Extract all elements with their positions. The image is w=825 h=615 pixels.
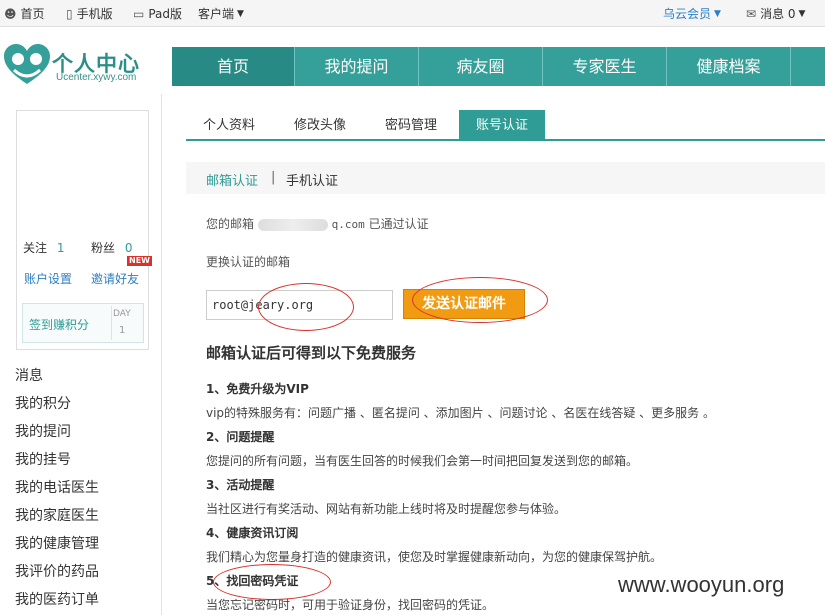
member-label: 乌云会员	[663, 7, 712, 21]
sidebar-item-registrations[interactable]: 我的挂号	[15, 450, 99, 478]
topbar-mobile-label: 手机版	[76, 7, 113, 21]
chevron-down-icon: ▼	[237, 8, 244, 19]
annotation-circle	[412, 277, 548, 323]
topbar-home-link[interactable]: ☻ 首页	[4, 5, 45, 22]
benefit-desc: 我们精心为您量身打造的健康资讯，使您及时掌握健康新动向，为您的健康保驾护航。	[206, 550, 663, 564]
chevron-down-icon: ▼	[714, 8, 721, 19]
nav-item-my-questions[interactable]: 我的提问	[295, 47, 419, 86]
sidebar-item-questions[interactable]: 我的提问	[15, 422, 99, 450]
heart-logo-icon	[4, 44, 50, 84]
member-dropdown[interactable]: 乌云会员 ▼	[663, 5, 721, 22]
sidebar-item-health-management[interactable]: 我的健康管理	[15, 534, 99, 562]
benefit-desc: 当您忘记密码时，可用于验证身份，找回密码的凭证。	[206, 598, 495, 612]
tab-profile[interactable]: 个人资料	[186, 110, 272, 141]
benefit-desc: vip的特殊服务有：问题广播 、匿名提问 、添加图片 、问题讨论 、名医在线答疑…	[206, 406, 715, 420]
subtab-email[interactable]: 邮箱认证	[206, 170, 258, 189]
fans-stat[interactable]: 粉丝 0	[91, 239, 132, 256]
invite-friends-link[interactable]: 邀请好友	[91, 270, 139, 287]
benefit-desc: 您提问的所有问题，当有医生回答的时候我们会第一时间把回复发送到您的邮箱。	[206, 454, 639, 468]
tab-account-verify[interactable]: 账号认证	[459, 110, 545, 141]
fans-count: 0	[124, 241, 133, 255]
subtab-phone[interactable]: 手机认证	[286, 170, 338, 189]
follow-count: 1	[56, 241, 65, 255]
nav-item-health-records[interactable]: 健康档案	[667, 47, 791, 86]
mail-icon: ✉	[746, 6, 757, 21]
follow-label: 关注	[23, 241, 48, 255]
annotation-circle	[258, 283, 354, 331]
sidebar-item-phone-doctor[interactable]: 我的电话医生	[15, 478, 99, 506]
nav-item-home[interactable]: 首页	[172, 47, 295, 86]
topbar-home-label: 首页	[20, 7, 45, 21]
chevron-down-icon: ▼	[798, 8, 806, 19]
verified-suffix: 已通过认证	[368, 217, 429, 231]
messages-label: 消息 0	[760, 7, 796, 21]
tab-password[interactable]: 密码管理	[368, 110, 454, 141]
benefit-title: 4、健康资讯订阅	[206, 526, 299, 540]
watermark: www.wooyun.org	[618, 572, 785, 597]
phone-icon: ▯	[66, 6, 73, 21]
topbar-client-dropdown[interactable]: 客户端 ▼	[198, 5, 244, 22]
sidebar-item-drug-orders[interactable]: 我的医药订单	[15, 590, 99, 615]
topbar-pad-label: Pad版	[148, 7, 183, 21]
tab-avatar[interactable]: 修改头像	[277, 110, 363, 141]
fans-label: 粉丝	[91, 241, 116, 255]
tablet-icon: ▭	[133, 6, 145, 21]
day-label: DAY	[113, 309, 131, 319]
change-email-label: 更换认证的邮箱	[206, 255, 291, 269]
account-settings-link[interactable]: 账户设置	[24, 270, 72, 287]
sidebar-item-messages[interactable]: 消息	[15, 366, 99, 394]
nav-item-patient-circle[interactable]: 病友圈	[419, 47, 543, 86]
signin-box[interactable]: 签到赚积分 DAY 1	[22, 303, 144, 343]
account-tabs: 个人资料 修改头像 密码管理 账号认证	[186, 110, 825, 141]
benefit-title: 3、活动提醒	[206, 478, 275, 492]
home-icon: ☻	[4, 6, 17, 21]
sidebar-item-rated-drugs[interactable]: 我评价的药品	[15, 562, 99, 590]
redacted-email	[257, 218, 328, 231]
follow-stat[interactable]: 关注 1	[23, 239, 64, 256]
day-count: 1	[119, 325, 126, 336]
site-logo[interactable]: 个人中心 Ucenter.xywy.com	[0, 40, 170, 90]
logo-subtitle: Ucenter.xywy.com	[56, 72, 137, 83]
signin-label: 签到赚积分	[29, 318, 90, 332]
subtab-bar: 邮箱认证 | 手机认证	[186, 162, 825, 194]
top-bar: ☻ 首页 ▯ 手机版 ▭ Pad版 客户端 ▼ 乌云会员 ▼ ✉ 消息 0 ▼	[0, 0, 825, 27]
main-nav: 首页 我的提问 病友圈 专家医生 健康档案	[172, 47, 825, 86]
profile-card: 关注 1 粉丝 0 账户设置 邀请好友 签到赚积分 DAY 1	[16, 110, 149, 350]
topbar-client-label: 客户端	[198, 7, 235, 21]
benefit-title: 5、找回密码凭证	[206, 574, 299, 588]
verified-domain: q.com	[331, 218, 365, 231]
sidebar-menu: 消息 我的积分 我的提问 我的挂号 我的电话医生 我的家庭医生 我的健康管理 我…	[15, 366, 99, 615]
messages-dropdown[interactable]: ✉ 消息 0 ▼	[746, 5, 805, 22]
benefit-title: 1、免费升级为VIP	[206, 382, 309, 396]
sidebar-item-family-doctor[interactable]: 我的家庭医生	[15, 506, 99, 534]
sidebar-divider	[161, 94, 162, 615]
nav-item-expert-doctors[interactable]: 专家医生	[543, 47, 667, 86]
benefits-heading: 邮箱认证后可得到以下免费服务	[206, 344, 417, 362]
topbar-mobile-link[interactable]: ▯ 手机版	[66, 5, 113, 22]
signin-divider	[111, 306, 112, 340]
new-badge: NEW	[127, 256, 152, 266]
benefit-title: 2、问题提醒	[206, 430, 275, 444]
sidebar-item-points[interactable]: 我的积分	[15, 394, 99, 422]
benefit-desc: 当社区进行有奖活动、网站有新功能上线时将及时提醒您参与体验。	[206, 502, 567, 516]
verified-status: 您的邮箱 q.com 已通过认证	[206, 215, 429, 232]
verified-prefix: 您的邮箱	[206, 217, 255, 231]
topbar-pad-link[interactable]: ▭ Pad版	[133, 5, 182, 22]
subtab-separator: |	[271, 170, 276, 185]
